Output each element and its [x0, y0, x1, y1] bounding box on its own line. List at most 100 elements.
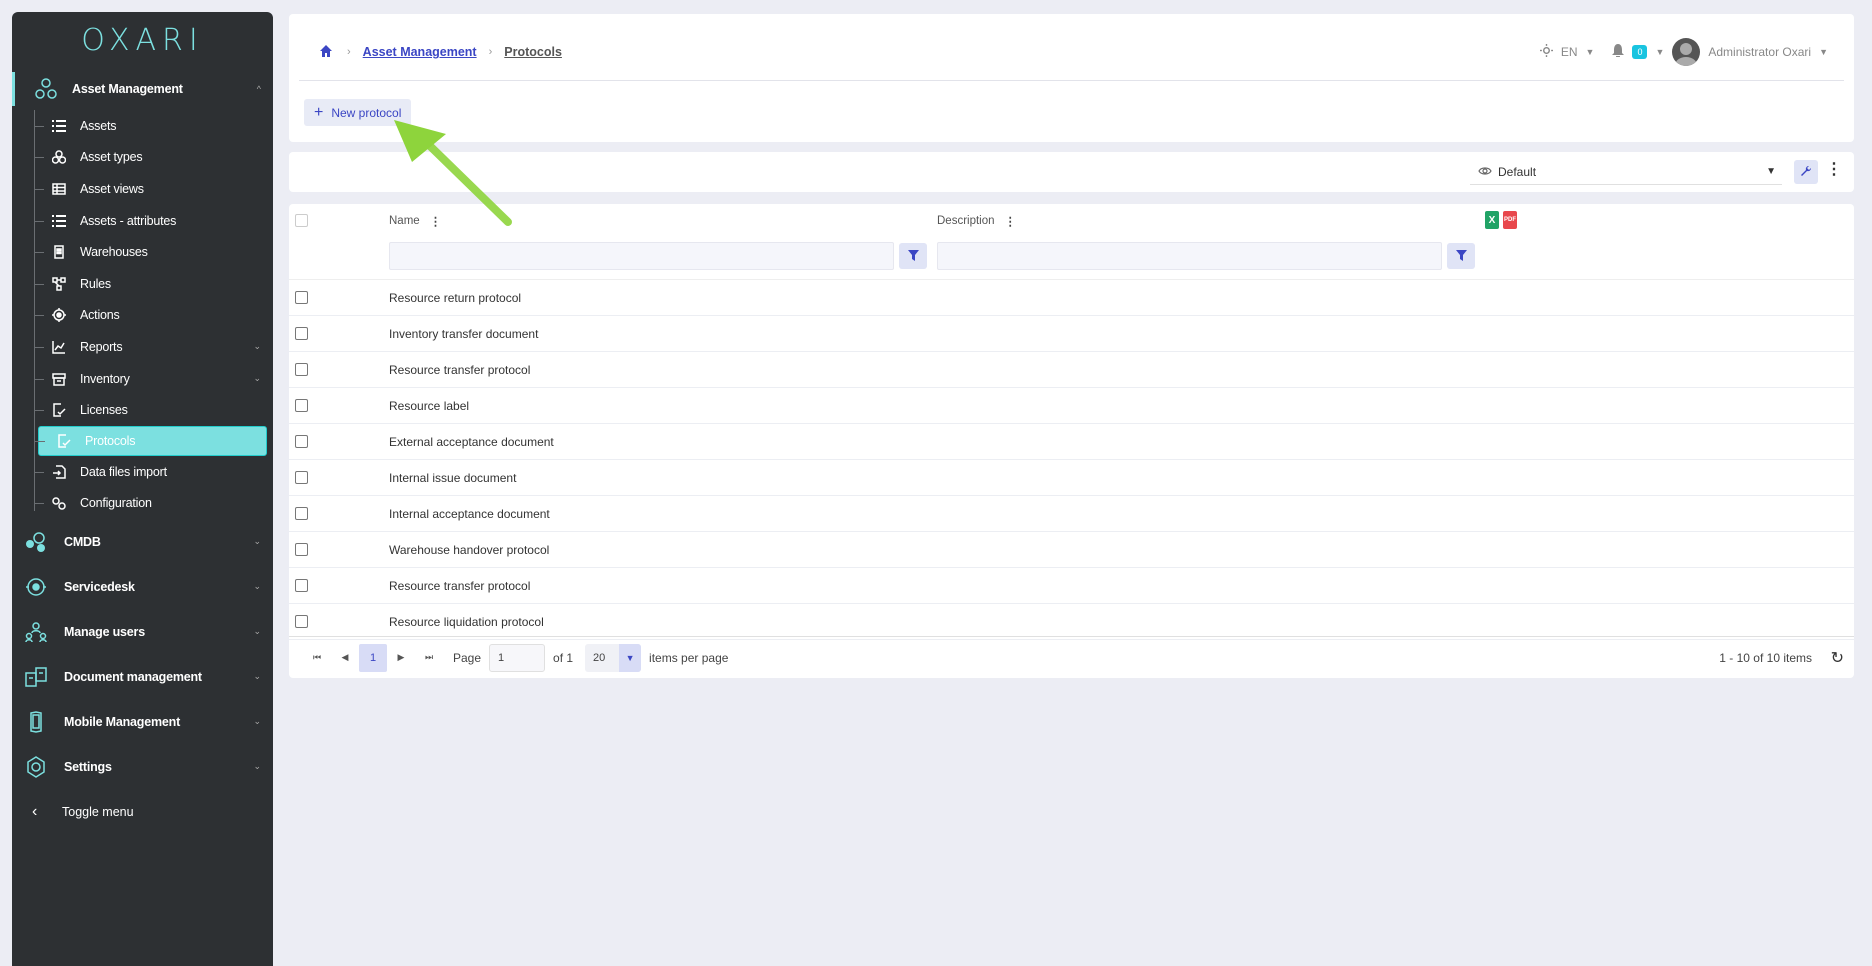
language-selector[interactable]: EN [1561, 45, 1578, 59]
row-checkbox[interactable] [295, 435, 308, 448]
sidebar-item-data-files-import[interactable]: Data files import [34, 456, 273, 488]
nav-servicedesk[interactable]: Servicedesk ⌄ [12, 564, 273, 609]
protocols-table: Name ⋮ Description ⋮ X PDF Resource retu… [289, 204, 1854, 678]
select-all-checkbox[interactable] [295, 214, 308, 227]
column-menu-icon[interactable]: ⋮ [1005, 214, 1017, 228]
table-icon [50, 180, 68, 198]
sidebar-item-actions[interactable]: Actions [34, 300, 273, 332]
more-options-icon[interactable]: ⋮ [1826, 162, 1842, 178]
mobile-icon [22, 708, 50, 736]
description-filter-button[interactable] [1447, 243, 1475, 269]
breadcrumb-protocols[interactable]: Protocols [504, 45, 562, 59]
avatar[interactable] [1672, 38, 1701, 66]
sidebar-item-configuration[interactable]: Configuration [34, 488, 273, 520]
row-checkbox[interactable] [295, 507, 308, 520]
row-checkbox[interactable] [295, 291, 308, 304]
row-name: Inventory transfer document [389, 326, 539, 341]
name-filter-input[interactable] [389, 242, 894, 270]
users-icon [22, 618, 50, 646]
nav-label: Asset Management [72, 82, 183, 96]
row-checkbox[interactable] [295, 363, 308, 376]
table-row[interactable]: External acceptance document [289, 424, 1854, 460]
sidebar-item-rules[interactable]: Rules [34, 268, 273, 300]
toggle-menu-button[interactable]: ‹ Toggle menu [12, 789, 273, 834]
row-checkbox[interactable] [295, 579, 308, 592]
sidebar-item-inventory[interactable]: Inventory ⌄ [34, 363, 273, 395]
table-row[interactable]: Internal acceptance document [289, 496, 1854, 532]
chevron-up-icon: ^ [256, 84, 261, 94]
table-row[interactable]: Internal issue document [289, 460, 1854, 496]
first-page-icon[interactable]: ⏮ [303, 644, 331, 672]
nav-asset-management[interactable]: Asset Management ^ [12, 68, 273, 110]
last-page-icon[interactable]: ⏭ [415, 644, 443, 672]
sidebar-item-warehouses[interactable]: Warehouses [34, 236, 273, 268]
nav-document-management[interactable]: Document management ⌄ [12, 654, 273, 699]
sidebar-item-assets[interactable]: Assets [34, 110, 273, 142]
chevron-down-icon[interactable]: ▼ [1586, 47, 1595, 57]
wrench-button[interactable] [1794, 160, 1818, 184]
sidebar-item-asset-types[interactable]: Asset types [34, 142, 273, 174]
nav-mobile-management[interactable]: Mobile Management ⌄ [12, 699, 273, 744]
table-row[interactable]: Resource transfer protocol [289, 568, 1854, 604]
table-row[interactable]: Resource label [289, 388, 1854, 424]
sidebar-item-licenses[interactable]: Licenses [34, 394, 273, 426]
chevron-down-icon: ▼ [619, 643, 642, 672]
description-filter-input[interactable] [937, 242, 1442, 270]
sidebar-item-assets-attributes[interactable]: Assets - attributes [34, 205, 273, 237]
chevron-down-icon[interactable]: ▼ [1655, 47, 1664, 57]
table-row[interactable]: Resource transfer protocol [289, 352, 1854, 388]
row-name: Internal issue document [389, 470, 517, 485]
new-protocol-label: New protocol [331, 105, 402, 120]
column-header-description[interactable]: Description ⋮ [937, 214, 1016, 228]
excel-export-icon[interactable]: X [1485, 211, 1499, 229]
sidebar-item-label: Inventory [80, 371, 130, 386]
column-header-name[interactable]: Name ⋮ [389, 214, 441, 228]
home-icon[interactable] [319, 44, 335, 60]
page-number-input[interactable]: 1 [489, 643, 546, 672]
nav-manage-users[interactable]: Manage users ⌄ [12, 609, 273, 654]
refresh-icon[interactable]: ↻ [1831, 648, 1844, 668]
page-label: Page [453, 650, 482, 665]
row-checkbox[interactable] [295, 327, 308, 340]
documents-icon [22, 663, 50, 691]
sidebar-item-protocols[interactable]: Protocols [35, 425, 267, 456]
theme-toggle-icon[interactable] [1539, 44, 1553, 60]
row-checkbox[interactable] [295, 471, 308, 484]
row-checkbox[interactable] [295, 615, 308, 628]
table-row[interactable]: Resource liquidation protocol [289, 604, 1854, 640]
page-button-current[interactable]: 1 [359, 643, 387, 672]
table-row[interactable]: Warehouse handover protocol [289, 532, 1854, 568]
asset-management-submenu: Assets Asset types Asset views Assets - … [12, 110, 273, 519]
breadcrumb-asset-management[interactable]: Asset Management [363, 45, 477, 59]
row-checkbox[interactable] [295, 399, 308, 412]
asset-management-icon [32, 75, 60, 103]
sidebar-item-reports[interactable]: Reports ⌄ [34, 331, 273, 363]
new-protocol-button[interactable]: + New protocol [304, 99, 412, 126]
column-menu-icon[interactable]: ⋮ [430, 214, 442, 228]
pdf-export-icon[interactable]: PDF [1503, 211, 1517, 229]
table-row[interactable]: Inventory transfer document [289, 316, 1854, 352]
top-right-controls: EN ▼ 0 ▼ Administrator Oxari ▼ [1539, 38, 1828, 66]
table-row[interactable]: Resource return protocol [289, 280, 1854, 316]
page-size-select[interactable]: 20 ▼ [585, 643, 642, 672]
nav-label: Document management [64, 669, 202, 684]
prev-page-icon[interactable]: ◀ [331, 644, 359, 672]
next-page-icon[interactable]: ▶ [387, 644, 415, 672]
nav-cmdb[interactable]: CMDB ⌄ [12, 519, 273, 564]
sidebar-item-label: Rules [80, 276, 111, 291]
chevron-down-icon[interactable]: ▼ [1819, 47, 1828, 57]
sidebar-item-asset-views[interactable]: Asset views [34, 173, 273, 205]
notification-badge[interactable]: 0 [1632, 45, 1648, 59]
user-name[interactable]: Administrator Oxari [1708, 45, 1811, 59]
nav-settings[interactable]: Settings ⌄ [12, 744, 273, 789]
chevron-down-icon: ⌄ [253, 536, 261, 547]
rules-icon [50, 275, 68, 293]
nav-label: Mobile Management [64, 714, 181, 729]
row-name: Resource transfer protocol [389, 362, 531, 377]
view-selector[interactable]: Default ▼ [1470, 159, 1782, 185]
chart-icon [50, 338, 68, 356]
row-checkbox[interactable] [295, 543, 308, 556]
bell-icon[interactable] [1612, 44, 1625, 60]
name-filter-button[interactable] [899, 243, 927, 269]
header-divider [299, 80, 1844, 81]
